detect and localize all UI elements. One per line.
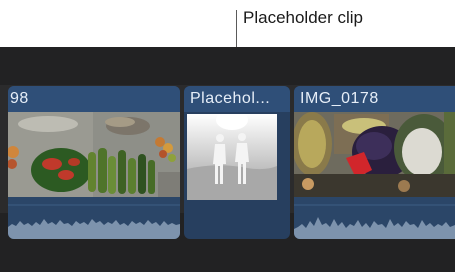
clip-audio-waveform — [8, 197, 180, 239]
clip-title: IMG_0178 — [294, 86, 455, 112]
clip-audio-waveform — [294, 197, 455, 239]
clip-filmstrip-market — [294, 112, 455, 197]
timeline-clip-placeholder[interactable]: Placehol... — [184, 86, 290, 239]
clip-title: Placehol... — [184, 86, 290, 112]
timeline-clip-img-0178[interactable]: IMG_0178 — [294, 86, 455, 239]
clip-filmstrip-vegetables — [8, 112, 180, 197]
callout-label: Placeholder clip — [243, 8, 364, 27]
clip-title: 98 — [8, 86, 180, 112]
placeholder-thumbnail — [187, 114, 277, 200]
timeline-clip-vegetables[interactable]: 98 — [8, 86, 180, 239]
